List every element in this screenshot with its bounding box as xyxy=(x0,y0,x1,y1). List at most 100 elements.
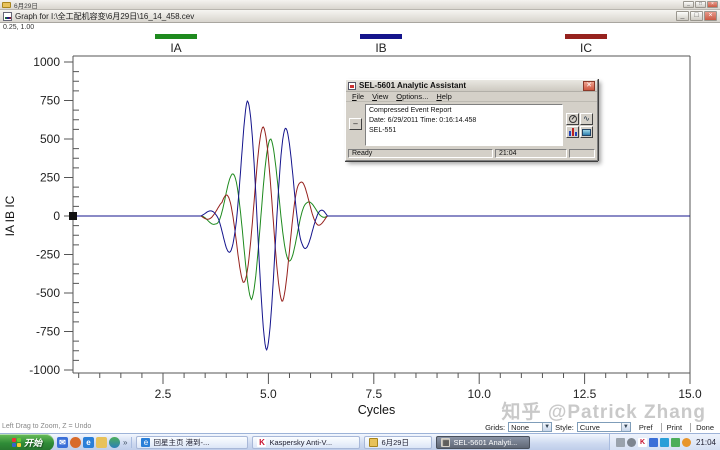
bar-chart-icon xyxy=(569,128,577,136)
desktop: 6月29日 _ □ × Graph for I:\全工配机容变\6月29日\16… xyxy=(0,0,720,450)
taskbar-item-browser[interactable]: e 回星主页 港到-... xyxy=(136,436,248,449)
dialog-statusbar: Ready 21:04 xyxy=(346,148,597,159)
volume-icon[interactable] xyxy=(627,438,636,447)
graph-app-icon xyxy=(3,12,12,21)
dialog-title: SEL-5601 Analytic Assistant xyxy=(359,81,466,90)
maximize-icon[interactable]: □ xyxy=(690,11,703,21)
clock: 21:04 xyxy=(696,438,716,447)
close-icon[interactable]: ✕ xyxy=(583,81,595,91)
status-extra-cell xyxy=(569,149,595,158)
svg-text:-500: -500 xyxy=(36,286,60,300)
taskbar-item-kaspersky[interactable]: K Kaspersky Anti-V... xyxy=(252,436,360,449)
windows-flag-icon xyxy=(12,438,21,447)
svg-text:750: 750 xyxy=(40,94,60,108)
spectrum-button[interactable] xyxy=(580,126,593,138)
taskbar-item-sel5601[interactable]: ▦ SEL-5601 Analyti... xyxy=(436,436,530,449)
harmonics-button[interactable] xyxy=(566,126,579,138)
phasor-button[interactable] xyxy=(566,113,579,125)
taskbar-item-label: Kaspersky Anti-V... xyxy=(269,438,332,447)
menu-options[interactable]: Options... xyxy=(392,92,432,101)
svg-text:5.0: 5.0 xyxy=(260,387,277,401)
display-icon[interactable] xyxy=(660,438,669,447)
network-icon[interactable] xyxy=(649,438,658,447)
status-text: Ready xyxy=(348,149,493,158)
system-tray: K 21:04 xyxy=(609,434,720,450)
chevron-more-icon[interactable]: » xyxy=(122,438,128,447)
internet-explorer-icon: e xyxy=(141,438,150,447)
event-report-list[interactable]: Compressed Event Report Date: 6/29/2011 … xyxy=(365,104,563,146)
svg-text:2.5: 2.5 xyxy=(155,387,172,401)
svg-text:7.5: 7.5 xyxy=(365,387,382,401)
folder-icon[interactable] xyxy=(96,437,107,448)
taskbar-item-label: SEL-5601 Analyti... xyxy=(453,438,517,447)
svg-text:500: 500 xyxy=(40,132,60,146)
style-value: Curve xyxy=(580,423,618,432)
dialog-titlebar[interactable]: SEL-5601 Analytic Assistant ✕ xyxy=(346,80,597,92)
style-dropdown[interactable]: Curve ▼ xyxy=(577,422,631,432)
taskbar-item-folder[interactable]: 6月29日 xyxy=(364,436,432,449)
grids-dropdown[interactable]: None ▼ xyxy=(508,422,552,432)
browser-icon[interactable] xyxy=(70,437,81,448)
svg-text:Cycles: Cycles xyxy=(358,403,396,417)
grids-value: None xyxy=(511,423,539,432)
taskbar: 开始 ✉ e » e 回星主页 港到-... K Kaspersky Anti-… xyxy=(0,433,720,450)
taskbar-item-label: 6月29日 xyxy=(381,437,409,448)
kaspersky-tray-icon[interactable]: K xyxy=(638,438,647,447)
sel5601-dialog: SEL-5601 Analytic Assistant ✕ File View … xyxy=(345,79,598,161)
done-button[interactable]: Done xyxy=(690,423,719,432)
print-button[interactable]: Print xyxy=(661,423,687,432)
report-line: Compressed Event Report xyxy=(369,106,559,116)
background-window-title: 6月29日 xyxy=(14,0,38,10)
svg-text:-250: -250 xyxy=(36,248,60,262)
svg-text:-1000: -1000 xyxy=(29,363,60,377)
folder-icon xyxy=(2,2,11,8)
graph-bottom-toolbar: Left Drag to Zoom, Z = Undo Grids: None … xyxy=(0,422,720,433)
phasor-icon xyxy=(569,115,577,123)
mail-icon[interactable]: ✉ xyxy=(57,437,68,448)
quick-launch-bar: ✉ e » xyxy=(54,437,132,448)
kaspersky-icon: K xyxy=(257,438,266,447)
dialog-menubar: File View Options... Help xyxy=(346,92,597,102)
globe-icon[interactable] xyxy=(109,437,120,448)
svg-text:10.0: 10.0 xyxy=(468,387,492,401)
svg-text:IA IB IC: IA IB IC xyxy=(3,195,17,236)
report-line: SEL-551 xyxy=(369,126,559,136)
graph-client-area: 0.25, 1.00 IA IB IC 10007505002500-250-5… xyxy=(0,23,720,433)
pref-button[interactable]: Pref xyxy=(634,423,658,432)
grids-label: Grids: xyxy=(485,423,505,432)
svg-text:250: 250 xyxy=(40,171,60,185)
update-icon[interactable] xyxy=(682,438,691,447)
menu-help[interactable]: Help xyxy=(432,92,455,101)
chevron-down-icon[interactable]: ▼ xyxy=(621,423,630,431)
taskbar-item-label: 回星主页 港到-... xyxy=(153,437,209,448)
waveform-icon: ∿ xyxy=(583,116,590,122)
folder-icon xyxy=(369,438,378,447)
graph-window-titlebar[interactable]: Graph for I:\全工配机容变\6月29日\16_14_458.cev … xyxy=(0,10,720,23)
oscillogram-button[interactable]: ∿ xyxy=(580,113,593,125)
menu-view[interactable]: View xyxy=(368,92,392,101)
minimize-icon[interactable]: _ xyxy=(683,1,694,8)
sel-app-icon: ▦ xyxy=(441,438,450,447)
watermark: 知乎 @Patrick Zhang xyxy=(502,397,706,424)
printer-icon[interactable] xyxy=(616,438,625,447)
start-label: 开始 xyxy=(24,436,42,449)
zoom-hint-text: Left Drag to Zoom, Z = Undo xyxy=(2,423,91,430)
safety-icon[interactable] xyxy=(671,438,680,447)
close-icon[interactable]: × xyxy=(704,11,717,21)
spectrum-icon xyxy=(582,129,591,136)
dialog-app-icon xyxy=(348,82,356,90)
maximize-icon[interactable]: □ xyxy=(695,1,706,8)
report-line: Date: 6/29/2011 Time: 0:16:14.458 xyxy=(369,116,559,126)
internet-explorer-icon[interactable]: e xyxy=(83,437,94,448)
close-icon[interactable]: × xyxy=(707,1,718,8)
background-window-titlebar[interactable]: 6月29日 _ □ × xyxy=(0,0,720,10)
start-button[interactable]: 开始 xyxy=(0,434,54,450)
collapse-button[interactable]: – xyxy=(349,118,362,130)
svg-text:0: 0 xyxy=(53,209,60,223)
minimize-icon[interactable]: _ xyxy=(676,11,689,21)
status-time: 21:04 xyxy=(495,149,567,158)
chevron-down-icon[interactable]: ▼ xyxy=(542,423,551,431)
svg-text:-750: -750 xyxy=(36,325,60,339)
menu-file[interactable]: File xyxy=(348,92,368,101)
svg-text:1000: 1000 xyxy=(33,55,60,69)
